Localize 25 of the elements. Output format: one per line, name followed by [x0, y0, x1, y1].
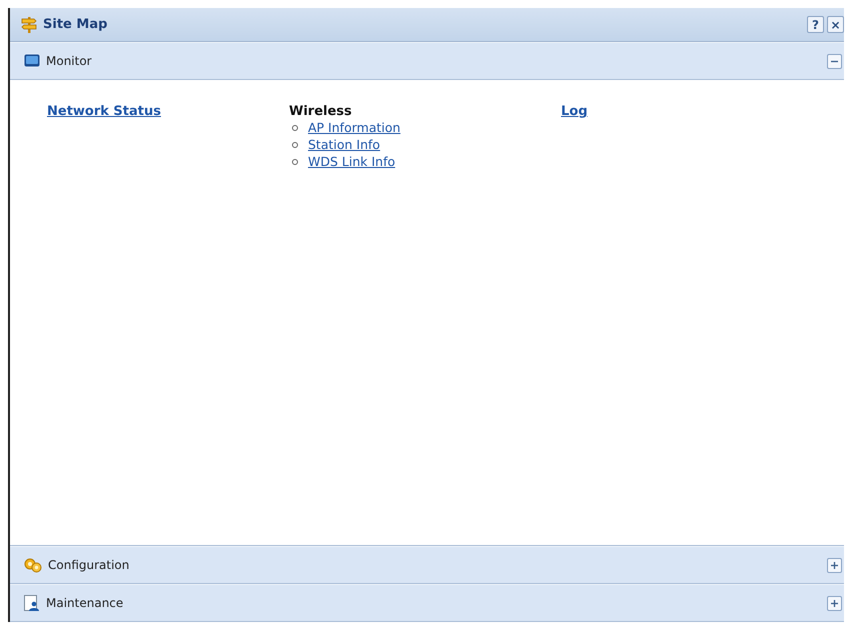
group-heading: Wireless [289, 104, 352, 119]
section-header[interactable]: Configuration [10, 546, 844, 584]
page-link[interactable]: Station Info [308, 137, 380, 152]
signpost-icon [20, 16, 38, 34]
page-link[interactable]: Log [561, 104, 588, 119]
window-title: Site Map [43, 17, 108, 32]
bullet-icon [292, 158, 298, 164]
page-link[interactable]: WDS Link Info [308, 154, 396, 169]
bullet-icon [292, 124, 298, 130]
section-header[interactable]: Monitor [10, 42, 844, 80]
close-button[interactable]: × [827, 16, 844, 33]
page-link[interactable]: Network Status [47, 104, 161, 119]
section-title: Maintenance [46, 596, 124, 610]
section-title: Monitor [46, 54, 92, 68]
page-link[interactable]: AP Information [308, 120, 400, 135]
section-header[interactable]: Maintenance [10, 584, 844, 622]
section-title: Configuration [48, 558, 130, 572]
bullet-icon [292, 142, 298, 148]
collapse-icon[interactable] [827, 54, 842, 68]
document-person-icon [24, 594, 40, 612]
help-button[interactable]: ? [807, 16, 824, 33]
expand-icon[interactable] [827, 596, 842, 610]
monitor-icon [24, 54, 40, 68]
expand-icon[interactable] [827, 558, 842, 572]
gears-icon [24, 557, 42, 573]
